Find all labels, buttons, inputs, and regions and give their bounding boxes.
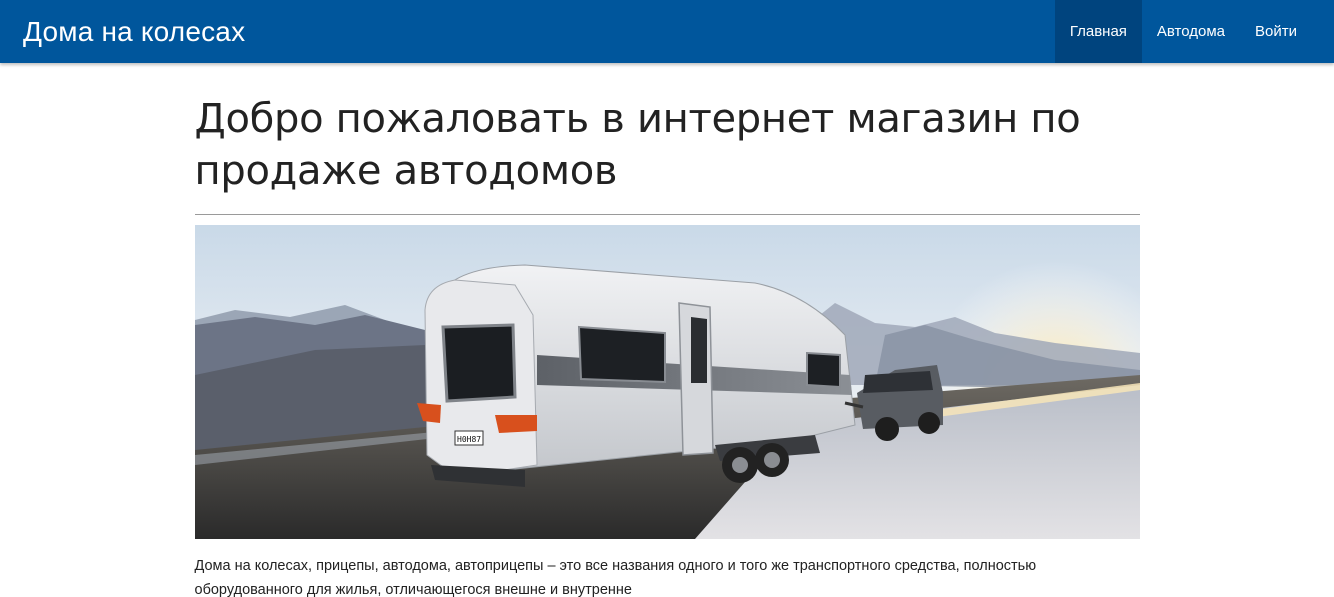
nav-item-motorhomes[interactable]: Автодома (1142, 0, 1240, 63)
caravan-plate-text: H0H87 (457, 435, 481, 444)
main-content: Добро пожаловать в интернет магазин по п… (194, 63, 1140, 597)
title-divider (194, 214, 1140, 215)
intro-paragraph: Дома на колесах, прицепы, автодома, авто… (194, 558, 1037, 597)
site-brand-link[interactable]: Дома на колесах (23, 0, 245, 63)
nav-item-home[interactable]: Главная (1054, 0, 1142, 63)
top-navbar: Дома на колесах Главная Автодома Войти (0, 0, 1334, 63)
page-title: Добро пожаловать в интернет магазин по п… (194, 96, 1081, 194)
main-nav: Главная Автодома Войти (1054, 0, 1334, 63)
nav-item-login[interactable]: Войти (1240, 0, 1312, 63)
hero-image: H0H87 (194, 225, 1140, 539)
